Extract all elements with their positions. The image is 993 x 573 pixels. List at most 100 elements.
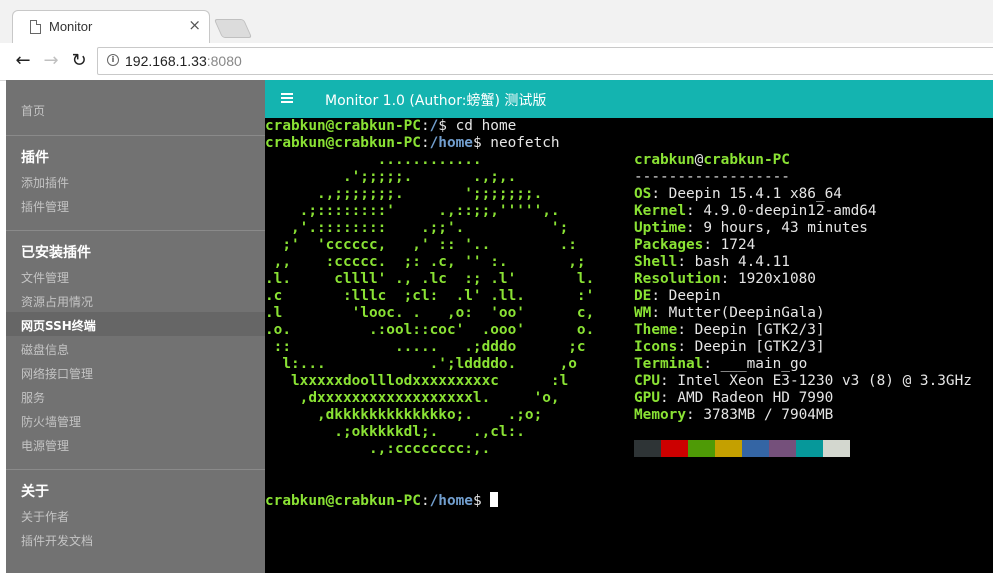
- info-sep: :: [660, 373, 678, 389]
- info-key: Theme: [634, 322, 678, 338]
- info-row: Memory: 3783MB / 7904MB: [634, 407, 833, 424]
- divider: [6, 469, 265, 470]
- info-value: ___main_go: [720, 356, 808, 372]
- browser-tab[interactable]: Monitor ×: [12, 10, 210, 43]
- logo-line: :: ..... .;dddo ;c: [265, 339, 586, 355]
- sidebar-item-services[interactable]: 服务: [21, 389, 45, 406]
- info-row: GPU: AMD Radeon HD 7990: [634, 390, 833, 407]
- main-panel: Monitor 1.0 (Author:螃蟹) 测试版 crabkun@crab…: [265, 80, 993, 573]
- info-key: Uptime: [634, 220, 686, 236]
- page-icon: [30, 20, 41, 34]
- back-button[interactable]: ←: [12, 50, 34, 72]
- color-swatch: [688, 440, 715, 457]
- prompt-sep: :: [420, 135, 430, 151]
- ssh-terminal[interactable]: crabkun@crabkun-PC:/$ cd home crabkun@cr…: [265, 118, 993, 573]
- new-tab-button[interactable]: [213, 19, 253, 38]
- logo-line: .';;;;;. .,;,.: [265, 169, 517, 185]
- prompt-dollar: $: [472, 135, 491, 151]
- logo-line: .,;;;;;;;. ';;;;;;;.: [265, 186, 543, 202]
- close-tab-icon[interactable]: ×: [188, 17, 201, 33]
- info-value: 3783MB / 7904MB: [703, 407, 834, 423]
- info-value: AMD Radeon HD 7990: [677, 390, 834, 406]
- info-sep: :: [703, 237, 721, 253]
- url-text: 192.168.1.33:8080: [125, 53, 242, 69]
- color-swatch: [769, 440, 796, 457]
- info-sep: :: [677, 254, 695, 270]
- info-key: Icons: [634, 339, 678, 355]
- sidebar-heading-about: 关于: [21, 484, 49, 500]
- sidebar-item-network[interactable]: 网络接口管理: [21, 365, 93, 382]
- logo-line: ,, :ccccc. ;: .c, '' :. ,;: [265, 254, 586, 270]
- sidebar-item-firewall[interactable]: 防火墙管理: [21, 413, 81, 430]
- info-value: 4.9.0-deepin12-amd64: [703, 203, 877, 219]
- prompt-sep: :: [420, 493, 430, 509]
- info-value: 1724: [720, 237, 756, 253]
- prompt-user: crabkun@crabkun-PC: [265, 493, 421, 509]
- info-key: OS: [634, 186, 652, 202]
- info-row: Theme: Deepin [GTK2/3]: [634, 322, 825, 339]
- info-sep: :: [677, 339, 695, 355]
- color-swatch: [634, 440, 661, 457]
- prompt-user: crabkun@crabkun-PC: [265, 135, 421, 151]
- logo-line: .o. .:ool::coc' .ooo' o.: [265, 322, 595, 338]
- color-swatch: [742, 440, 769, 457]
- logo-line: ;' 'cccccc, ,' :: '.. .:: [265, 237, 577, 253]
- info-sep: :: [703, 356, 721, 372]
- page: 首页 插件 添加插件 插件管理 已安装插件 文件管理 资源占用情况 网页SSH终…: [0, 80, 993, 573]
- info-row: Shell: bash 4.4.11: [634, 254, 790, 271]
- logo-line: .;::::::::' .,::;;,''''',.: [265, 203, 560, 219]
- sidebar-item-manage-plugins[interactable]: 插件管理: [21, 198, 69, 215]
- info-key: Terminal: [634, 356, 704, 372]
- address-bar[interactable]: i 192.168.1.33:8080: [97, 47, 993, 75]
- url-host: 192.168.1.33: [125, 53, 207, 69]
- color-swatch: [823, 440, 850, 457]
- sidebar-item-file-manager[interactable]: 文件管理: [21, 269, 69, 286]
- info-row: DE: Deepin: [634, 288, 721, 305]
- color-swatch: [796, 440, 823, 457]
- info-row: Resolution: 1920x1080: [634, 271, 816, 288]
- sidebar-item-add-plugin[interactable]: 添加插件: [21, 174, 69, 191]
- sidebar-item-resource-usage[interactable]: 资源占用情况: [21, 293, 93, 310]
- prompt-path: /home: [429, 493, 473, 509]
- divider: [6, 230, 265, 231]
- reload-button[interactable]: ↻: [68, 50, 90, 72]
- logo-line: ,dkkkkkkkkkkkkko;. .;o;: [265, 407, 543, 423]
- logo-line: .;okkkkkdl;. .,cl:.: [265, 424, 525, 440]
- info-key: Memory: [634, 407, 686, 423]
- color-swatch: [715, 440, 742, 457]
- sidebar-item-plugin-docs[interactable]: 插件开发文档: [21, 532, 93, 549]
- info-key: Kernel: [634, 203, 686, 219]
- sidebar-item-web-ssh[interactable]: 网页SSH终端: [21, 317, 96, 334]
- info-key: Packages: [634, 237, 704, 253]
- tab-title: Monitor: [49, 19, 93, 34]
- forward-button[interactable]: →: [40, 50, 62, 72]
- app-title: Monitor 1.0 (Author:螃蟹) 测试版: [325, 93, 547, 109]
- divider: [6, 135, 265, 136]
- terminal-cursor: [490, 492, 499, 507]
- logo-line: .l 'looc. . ,o: 'oo' c,: [265, 305, 595, 321]
- info-key: Shell: [634, 254, 678, 270]
- info-icon[interactable]: i: [107, 54, 119, 66]
- logo-line: .,:cccccccc:,.: [265, 441, 491, 457]
- logo-line: ............: [265, 152, 482, 168]
- color-swatch: [661, 440, 688, 457]
- neofetch-divider: ------------------: [634, 169, 790, 185]
- info-key: Resolution: [634, 271, 721, 287]
- hamburger-menu-icon[interactable]: [281, 93, 293, 103]
- sidebar-item-home[interactable]: 首页: [21, 102, 45, 119]
- info-row: Terminal: ___main_go: [634, 356, 807, 373]
- terminal-line: crabkun@crabkun-PC:/$ cd home: [265, 118, 516, 135]
- info-sep: :: [685, 203, 704, 219]
- prompt-sep: :: [420, 118, 430, 134]
- sidebar-item-power[interactable]: 电源管理: [21, 437, 69, 454]
- info-key: GPU: [634, 390, 660, 406]
- prompt-path: /home: [429, 135, 473, 151]
- info-row: Uptime: 9 hours, 43 minutes: [634, 220, 868, 237]
- command-text: cd home: [455, 118, 517, 134]
- neofetch-header: crabkun@crabkun-PC: [634, 152, 790, 169]
- sidebar-item-disk-info[interactable]: 磁盘信息: [21, 341, 69, 358]
- info-value: bash 4.4.11: [694, 254, 790, 270]
- prompt-dollar: $: [472, 493, 491, 509]
- sidebar-item-about-author[interactable]: 关于作者: [21, 508, 69, 525]
- info-row: Kernel: 4.9.0-deepin12-amd64: [634, 203, 877, 220]
